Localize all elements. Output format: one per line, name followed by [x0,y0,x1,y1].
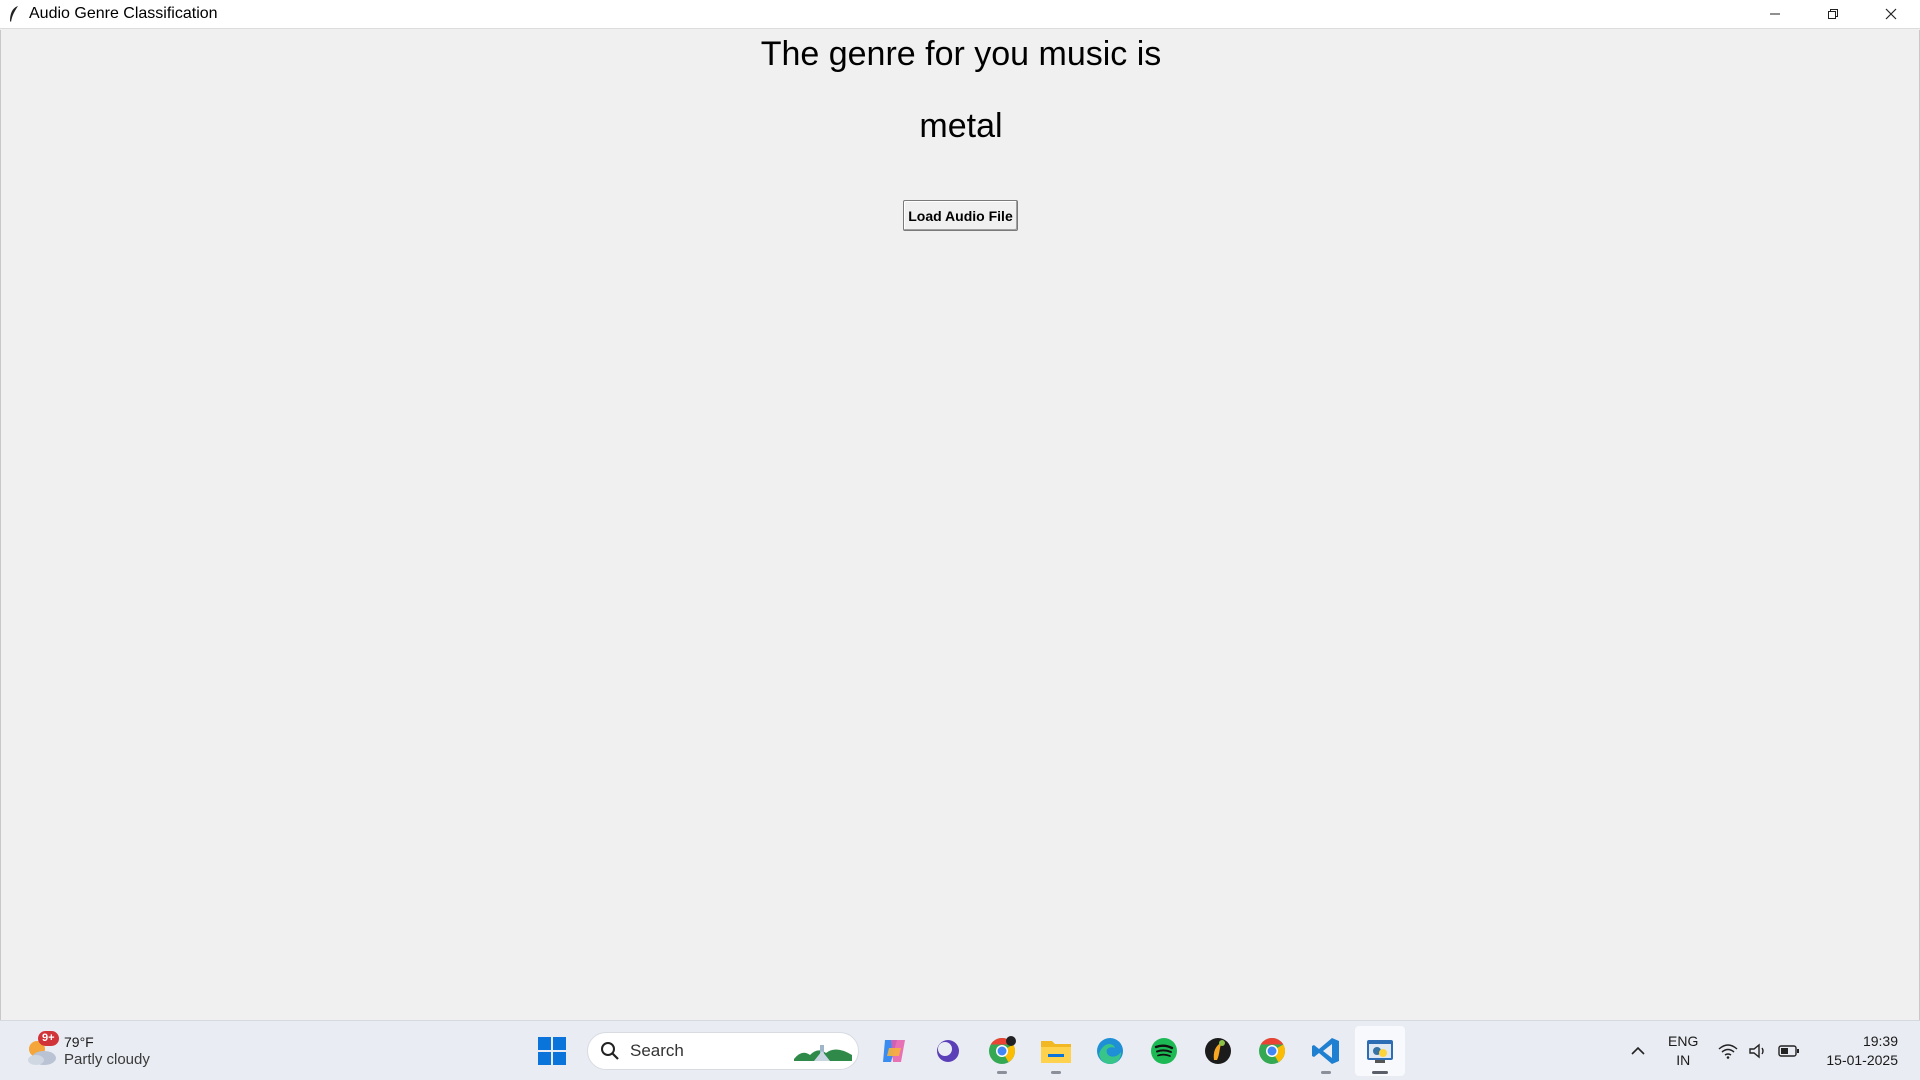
close-button[interactable] [1862,0,1920,29]
genre-result: metal [919,107,1003,145]
language-indicator[interactable]: ENG IN [1668,1032,1698,1070]
minimize-button[interactable] [1746,0,1804,29]
running-indicator [1372,1071,1388,1074]
language-code: ENG [1668,1033,1699,1049]
running-indicator [1051,1071,1061,1074]
taskbar-file-explorer[interactable] [1031,1026,1081,1076]
start-button[interactable] [527,1026,577,1076]
feather-icon [3,0,25,29]
spotify-icon [1151,1038,1177,1064]
taskbar: 9+ 79°F Partly cloudy Search ENG IN 19:3… [0,1020,1920,1080]
window-client-area: The genre for you music is metal Load Au… [0,30,1920,1020]
taskbar-spotify[interactable] [1139,1026,1189,1076]
show-hidden-icons-button[interactable] [1620,1046,1656,1056]
taskbar-fl-studio[interactable] [1193,1026,1243,1076]
running-indicator [997,1071,1007,1074]
search-icon [601,1042,619,1060]
region-code: IN [1676,1052,1691,1068]
genre-heading: The genre for you music is [760,35,1162,73]
partly-cloudy-icon: 9+ [22,1031,62,1071]
chevron-up-icon [1631,1046,1645,1055]
battery-icon [1778,1045,1800,1057]
taskbar-search[interactable]: Search [587,1032,859,1070]
restore-icon [1828,9,1838,19]
weather-badge: 9+ [38,1031,59,1046]
volume-icon [1749,1043,1765,1059]
load-audio-file-button[interactable]: Load Audio File [903,200,1018,231]
clock-time: 19:39 [1862,1033,1898,1049]
window-title: Audio Genre Classification [29,5,218,22]
title-bar[interactable]: Audio Genre Classification [0,0,1920,29]
minimize-icon [1770,13,1780,15]
weather-temperature: 79°F [64,1034,94,1050]
chrome-profile-icon [1259,1037,1286,1064]
taskbar-chrome[interactable] [977,1026,1027,1076]
taskbar-vscode[interactable] [1301,1026,1351,1076]
restore-button[interactable] [1804,0,1862,29]
taskbar-obsidian[interactable] [923,1026,973,1076]
obsidian-icon [937,1040,959,1062]
system-tray-status[interactable] [1718,1043,1800,1059]
wifi-icon [1718,1044,1738,1059]
vscode-icon [1312,1038,1339,1064]
taskbar-copilot[interactable] [869,1026,919,1076]
clock-date: 15-01-2025 [1826,1052,1898,1068]
chrome-icon [989,1036,1016,1064]
taskbar-chrome-profile[interactable] [1247,1026,1297,1076]
running-indicator [1321,1071,1331,1074]
taskbar-python-app[interactable] [1355,1026,1405,1076]
file-explorer-icon [1041,1041,1071,1063]
close-icon [1885,8,1897,20]
search-highlight-icon [794,1045,852,1061]
weather-condition: Partly cloudy [64,1051,150,1068]
edge-icon [1097,1038,1123,1065]
weather-widget[interactable]: 9+ 79°F Partly cloudy [22,1029,150,1073]
python-app-icon [1367,1040,1393,1063]
search-placeholder: Search [630,1041,684,1060]
clock[interactable]: 19:39 15-01-2025 [1826,1032,1898,1070]
copilot-icon [883,1040,905,1062]
fl-studio-icon [1205,1038,1231,1064]
windows-start-icon [538,1037,566,1065]
taskbar-edge[interactable] [1085,1026,1135,1076]
